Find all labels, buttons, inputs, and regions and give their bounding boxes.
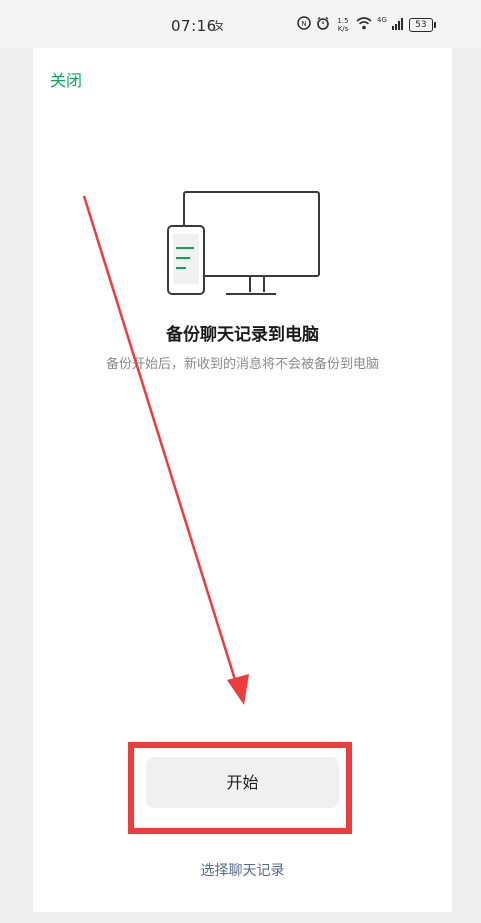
screen: 07:16 ㄆ N 1.5 K/s 4G 53 关闭 备份聊天记录到电脑 备份开… [0, 0, 481, 923]
annotation-highlight-box [128, 742, 352, 834]
